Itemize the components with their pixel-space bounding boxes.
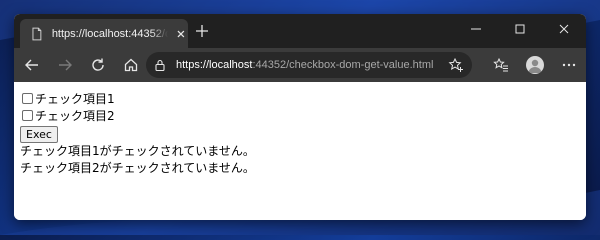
home-icon [124,58,138,72]
minimize-button[interactable] [454,14,498,44]
minimize-icon [471,28,481,30]
forward-arrow-icon [59,59,72,71]
address-path: :44352/checkbox-dom-get-value.html [252,59,434,71]
close-button[interactable] [542,14,586,44]
result-line-2: チェック項目2がチェックされていません。 [20,161,255,175]
new-tab-icon[interactable] [194,23,210,39]
favorites-button[interactable] [484,50,518,80]
refresh-button[interactable] [83,50,113,80]
refresh-icon [92,58,104,71]
checkbox-1-label[interactable]: チェック項目1 [35,90,115,107]
browser-tab[interactable]: https://localhost:44352/checkbox [20,19,188,48]
address-host: https://localhost [176,59,253,71]
tab-bar: https://localhost:44352/checkbox [14,14,586,48]
checkbox-2[interactable] [22,110,33,121]
home-button[interactable] [116,50,146,80]
back-button[interactable] [17,50,47,80]
checkbox-1[interactable] [22,93,33,104]
page-content: チェック項目1 チェック項目2 Exec チェック項目1がチェックされていません… [14,82,586,220]
checkbox-2-label[interactable]: チェック項目2 [35,107,115,124]
address-url[interactable]: https://localhost:44352/checkbox-dom-get… [176,59,433,71]
more-icon [562,63,576,67]
exec-button[interactable]: Exec [20,126,58,143]
toolbar-right [484,48,586,82]
window-controls [454,14,586,48]
profile-avatar [526,56,544,74]
checkbox-row-1: チェック項目1 [20,90,586,107]
maximize-icon [515,24,525,34]
address-bar[interactable]: https://localhost:44352/checkbox-dom-get… [146,52,472,78]
result-line-1: チェック項目1がチェックされていません。 [20,144,255,158]
tab-title: https://localhost:44352/checkbox [51,27,169,40]
more-button[interactable] [552,50,586,80]
maximize-button[interactable] [498,14,542,44]
close-icon [559,24,569,34]
add-favorite-icon[interactable] [448,57,464,73]
favorites-icon [493,57,508,72]
person-icon [528,59,542,73]
back-arrow-icon [25,59,38,71]
forward-button[interactable] [50,50,80,80]
browser-toolbar: https://localhost:44352/checkbox-dom-get… [14,48,586,82]
lock-icon[interactable] [154,59,166,71]
tab-close-icon[interactable] [174,27,188,41]
checkbox-row-2: チェック項目2 [20,107,586,124]
browser-window: https://localhost:44352/checkbox [14,14,586,220]
profile-button[interactable] [518,50,552,80]
page-icon [32,27,42,40]
